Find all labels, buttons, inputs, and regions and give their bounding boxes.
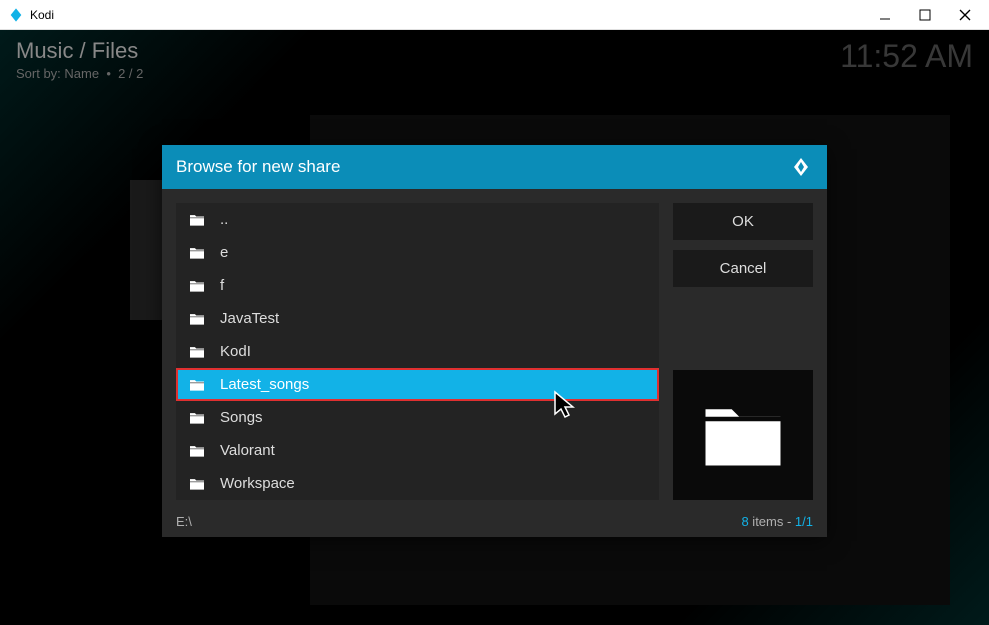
dialog-footer: E:\ 8 items - 1/1 [162, 506, 827, 537]
list-item[interactable]: Workspace [176, 467, 659, 500]
ok-button[interactable]: OK [673, 203, 813, 240]
app-body: Music / Files Sort by: Name • 2 / 2 11:5… [0, 30, 989, 625]
file-label: KodI [220, 343, 251, 360]
window-title-bar: Kodi [0, 0, 989, 30]
list-item[interactable]: Songs [176, 401, 659, 434]
folder-icon [188, 477, 206, 491]
file-label: .. [220, 211, 228, 228]
folder-icon [188, 444, 206, 458]
folder-icon [188, 378, 206, 392]
folder-preview [673, 370, 813, 500]
file-label: JavaTest [220, 310, 279, 327]
list-item[interactable]: Valorant [176, 434, 659, 467]
minimize-button[interactable] [873, 3, 897, 27]
folder-icon [188, 411, 206, 425]
current-path: E:\ [176, 514, 192, 529]
list-item[interactable]: f [176, 269, 659, 302]
kodi-logo-icon [789, 155, 813, 179]
folder-icon [188, 246, 206, 260]
folder-icon [188, 312, 206, 326]
file-list[interactable]: .. ef JavaTest KodI Latest_songs Songs Valoran… [176, 203, 659, 500]
folder-icon [188, 213, 206, 227]
list-item[interactable]: JavaTest [176, 302, 659, 335]
folder-icon [188, 279, 206, 293]
browse-dialog: Browse for new share .. ef JavaTest KodI Lat… [162, 145, 827, 537]
file-label: f [220, 277, 224, 294]
file-label: Songs [220, 409, 263, 426]
file-label: e [220, 244, 228, 261]
close-button[interactable] [953, 3, 977, 27]
big-folder-icon [698, 398, 788, 473]
file-label: Valorant [220, 442, 275, 459]
list-item[interactable]: Latest_songs [176, 368, 659, 401]
dialog-header: Browse for new share [162, 145, 827, 189]
folder-icon [188, 345, 206, 359]
clock: 11:52 AM [840, 38, 973, 75]
sort-info: Sort by: Name • 2 / 2 [16, 66, 143, 81]
list-item[interactable]: .. [176, 203, 659, 236]
kodi-app-icon [8, 7, 24, 23]
window-title: Kodi [30, 8, 873, 22]
list-item[interactable]: e [176, 236, 659, 269]
list-item[interactable]: KodI [176, 335, 659, 368]
file-label: Latest_songs [220, 376, 309, 393]
file-label: Workspace [220, 475, 295, 492]
breadcrumb: Music / Files [16, 38, 143, 64]
cancel-button[interactable]: Cancel [673, 250, 813, 287]
dialog-title: Browse for new share [176, 157, 340, 177]
maximize-button[interactable] [913, 3, 937, 27]
item-count: 8 items - 1/1 [741, 514, 813, 529]
